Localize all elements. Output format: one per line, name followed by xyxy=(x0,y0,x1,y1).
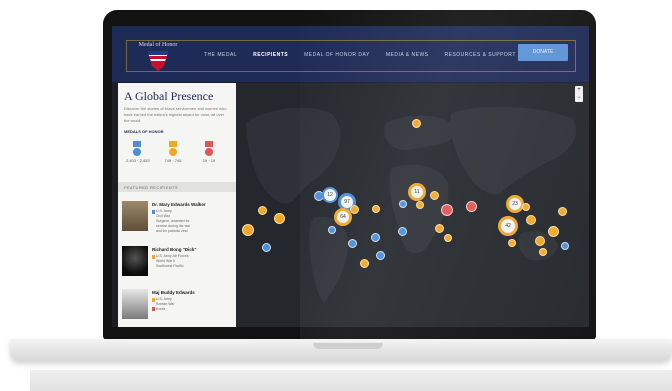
map-marker[interactable] xyxy=(430,191,439,200)
map-cluster-marker[interactable]: 23 xyxy=(506,195,524,213)
map-cluster-marker[interactable]: 12 xyxy=(322,187,338,203)
recipient-detail: Surgeon, awarded for xyxy=(156,219,190,223)
nav-item-recipients[interactable]: RECIPIENTS xyxy=(253,49,288,61)
recipient-detail: U.S. Army xyxy=(156,209,172,213)
map-marker[interactable] xyxy=(441,204,453,216)
medal-icon xyxy=(169,148,177,156)
ribbon-icon xyxy=(205,141,213,147)
medal-icon xyxy=(152,210,155,214)
medal-counts: 2,403 · 2,453 749 · 745 19 · 19 xyxy=(126,141,226,175)
medal-icon xyxy=(152,298,155,302)
medal-count: 19 · 19 xyxy=(202,158,216,163)
recipient-name: Richard Bong "Dick" xyxy=(152,247,197,252)
sidebar-panel: A Global Presence Discover the stories o… xyxy=(118,83,236,327)
zoom-control[interactable]: + − xyxy=(575,86,583,102)
laptop-screen: Medal of Honor THE MEDAL RECIPIENTS MEDA… xyxy=(112,26,589,327)
recipient-detail: U.S. Army Air Forces xyxy=(156,254,189,258)
recipient-detail: service during the war xyxy=(156,224,191,228)
recipient-detail: World War II xyxy=(156,259,176,263)
recipient-detail: and for patriotic zeal xyxy=(156,229,188,233)
map-marker[interactable] xyxy=(274,213,285,224)
map-marker[interactable] xyxy=(371,233,380,242)
nav-item-resources-support[interactable]: RESOURCES & SUPPORT xyxy=(445,49,516,61)
map-marker[interactable] xyxy=(360,259,369,268)
recipient-card[interactable]: Richard Bong "Dick" U.S. Army Air Forces… xyxy=(122,246,234,286)
map-marker[interactable] xyxy=(522,203,530,211)
map-marker[interactable] xyxy=(376,251,385,260)
medal-count: 2,403 · 2,453 xyxy=(126,158,150,163)
recipient-detail: Korea xyxy=(156,307,166,311)
recipient-name: Dr. Mary Edwards Walker xyxy=(152,202,206,207)
main-nav: THE MEDAL RECIPIENTS MEDAL OF HONOR DAY … xyxy=(204,49,516,61)
map-marker[interactable] xyxy=(262,243,271,252)
flag-shield-icon xyxy=(148,51,168,71)
site-logo[interactable]: Medal of Honor xyxy=(134,42,182,72)
map-marker[interactable] xyxy=(444,234,452,242)
map-marker[interactable] xyxy=(242,224,254,236)
recipient-detail: Civil War xyxy=(156,214,170,218)
map-marker[interactable] xyxy=(350,205,359,214)
recipient-name: Maj Buddy Edwards xyxy=(152,290,195,295)
medal-icon xyxy=(152,255,155,259)
map-marker[interactable] xyxy=(466,201,477,212)
site-header: Medal of Honor THE MEDAL RECIPIENTS MEDA… xyxy=(112,26,589,82)
world-map[interactable]: 12 97 64 11 23 42 xyxy=(236,83,589,327)
recipient-detail: Korean War xyxy=(156,302,175,306)
map-marker[interactable] xyxy=(258,206,267,215)
map-marker[interactable] xyxy=(535,236,545,246)
map-marker[interactable] xyxy=(548,226,559,237)
map-marker[interactable] xyxy=(348,239,357,248)
map-marker[interactable] xyxy=(526,215,536,225)
nav-item-the-medal[interactable]: THE MEDAL xyxy=(204,49,237,61)
nav-item-medal-of-honor-day[interactable]: MEDAL OF HONOR DAY xyxy=(304,49,370,61)
laptop-notch xyxy=(313,343,383,349)
map-marker[interactable] xyxy=(558,207,567,216)
map-cluster-marker[interactable]: 42 xyxy=(498,216,518,236)
featured-label: FEATURED RECIPIENTS xyxy=(124,185,178,190)
ribbon-icon xyxy=(133,141,141,147)
donate-button[interactable]: DONATE xyxy=(518,44,568,61)
ribbon-icon xyxy=(169,141,177,147)
recipient-card[interactable]: Dr. Mary Edwards Walker U.S. Army Civil … xyxy=(122,201,234,241)
recipient-detail: U.S. Army xyxy=(156,297,172,301)
map-marker[interactable] xyxy=(416,201,424,209)
map-marker[interactable] xyxy=(399,200,407,208)
map-marker[interactable] xyxy=(435,224,444,233)
medal-icon xyxy=(152,307,155,311)
medals-heading: MEDALS OF HONOR xyxy=(124,129,164,134)
medal-icon xyxy=(205,148,213,156)
recipient-photo xyxy=(122,201,148,231)
medal-navy[interactable]: 749 · 745 xyxy=(162,141,184,163)
map-marker[interactable] xyxy=(328,226,336,234)
nav-item-media-news[interactable]: MEDIA & NEWS xyxy=(386,49,429,61)
medal-air-force[interactable]: 19 · 19 xyxy=(198,141,220,163)
recipient-card[interactable]: Maj Buddy Edwards U.S. Army Korean War K… xyxy=(122,289,234,327)
medal-icon xyxy=(133,148,141,156)
map-cluster-marker[interactable]: 11 xyxy=(408,183,426,201)
map-marker[interactable] xyxy=(539,248,547,256)
medal-army[interactable]: 2,403 · 2,453 xyxy=(126,141,150,163)
map-marker[interactable] xyxy=(412,119,421,128)
map-marker[interactable] xyxy=(372,205,380,213)
map-marker[interactable] xyxy=(561,242,569,250)
laptop-shadow xyxy=(30,370,672,391)
recipient-photo xyxy=(122,289,148,319)
medal-count: 749 · 745 xyxy=(164,158,182,163)
page-description: Discover the stories of brave servicemen… xyxy=(124,106,227,123)
map-marker[interactable] xyxy=(398,227,407,236)
map-marker[interactable] xyxy=(508,239,516,247)
recipient-detail: Southwest Pacific xyxy=(156,264,184,268)
recipient-photo xyxy=(122,246,148,276)
page-title: A Global Presence xyxy=(124,89,214,103)
